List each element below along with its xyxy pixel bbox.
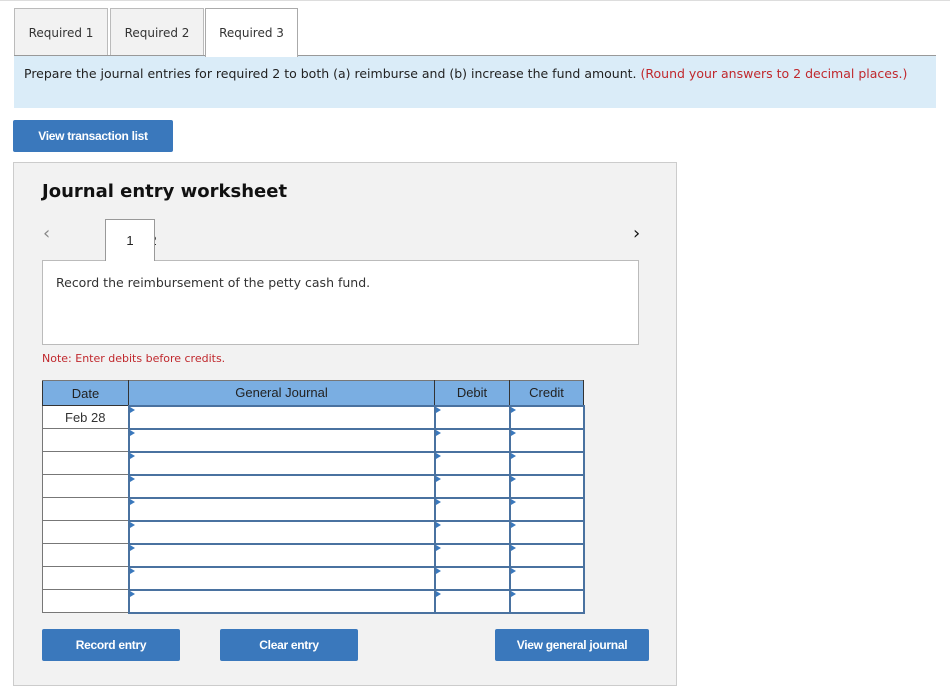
page-tab-1[interactable]: 1 bbox=[105, 219, 155, 261]
debit-input[interactable] bbox=[433, 404, 511, 430]
date-cell: Feb 28 bbox=[42, 405, 129, 429]
table-row bbox=[42, 427, 585, 453]
record-entry-button[interactable]: Record entry bbox=[42, 629, 180, 661]
account-input[interactable] bbox=[127, 427, 436, 453]
credit-input[interactable] bbox=[508, 450, 585, 476]
account-input[interactable] bbox=[127, 519, 436, 545]
view-transaction-list-button[interactable]: View transaction list bbox=[13, 120, 173, 152]
debit-input[interactable] bbox=[433, 588, 511, 614]
date-cell bbox=[42, 566, 129, 590]
date-cell bbox=[42, 497, 129, 521]
account-input[interactable] bbox=[127, 404, 436, 430]
debit-input[interactable] bbox=[433, 496, 511, 522]
table-row bbox=[42, 588, 585, 614]
view-general-journal-button[interactable]: View general journal bbox=[495, 629, 649, 661]
journal-entry-worksheet: Journal entry worksheet ‹ 1 2 › Record t… bbox=[13, 162, 677, 686]
table-row bbox=[42, 542, 585, 568]
clear-entry-button[interactable]: Clear entry bbox=[220, 629, 358, 661]
journal-table: Date General Journal Debit Credit Feb 28 bbox=[42, 380, 585, 614]
debit-input[interactable] bbox=[433, 473, 511, 499]
table-header-row: Date General Journal Debit Credit bbox=[42, 380, 584, 406]
table-row bbox=[42, 519, 585, 545]
worksheet-title: Journal entry worksheet bbox=[42, 181, 288, 202]
credit-input[interactable] bbox=[508, 404, 585, 430]
entry-description: Record the reimbursement of the petty ca… bbox=[42, 260, 639, 345]
account-input[interactable] bbox=[127, 565, 436, 591]
date-cell bbox=[42, 474, 129, 498]
account-input[interactable] bbox=[127, 588, 436, 614]
header-date: Date bbox=[42, 380, 129, 406]
entry-description-text: Record the reimbursement of the petty ca… bbox=[56, 275, 371, 290]
table-row bbox=[42, 473, 585, 499]
chevron-left-icon[interactable]: ‹ bbox=[43, 223, 50, 244]
credit-input[interactable] bbox=[508, 588, 585, 614]
date-cell bbox=[42, 520, 129, 544]
debit-input[interactable] bbox=[433, 450, 511, 476]
credit-input[interactable] bbox=[508, 427, 585, 453]
header-credit: Credit bbox=[509, 380, 584, 406]
credit-input[interactable] bbox=[508, 542, 585, 568]
account-input[interactable] bbox=[127, 542, 436, 568]
debit-input[interactable] bbox=[433, 565, 511, 591]
account-input[interactable] bbox=[127, 450, 436, 476]
table-row bbox=[42, 450, 585, 476]
debit-input[interactable] bbox=[433, 519, 511, 545]
debits-note: Note: Enter debits before credits. bbox=[42, 352, 226, 365]
instructions-banner: Prepare the journal entries for required… bbox=[14, 56, 936, 108]
rounding-note: (Round your answers to 2 decimal places.… bbox=[640, 66, 908, 81]
table-row bbox=[42, 565, 585, 591]
date-cell bbox=[42, 543, 129, 567]
instructions-text: Prepare the journal entries for required… bbox=[24, 66, 637, 81]
header-debit: Debit bbox=[434, 380, 510, 406]
tab-required-2[interactable]: Required 2 bbox=[110, 8, 204, 56]
debit-input[interactable] bbox=[433, 542, 511, 568]
credit-input[interactable] bbox=[508, 473, 585, 499]
account-input[interactable] bbox=[127, 496, 436, 522]
top-divider bbox=[0, 0, 950, 1]
table-row bbox=[42, 496, 585, 522]
header-general-journal: General Journal bbox=[128, 380, 435, 406]
tab-required-3[interactable]: Required 3 bbox=[205, 8, 298, 57]
date-cell bbox=[42, 451, 129, 475]
date-cell bbox=[42, 428, 129, 452]
credit-input[interactable] bbox=[508, 519, 585, 545]
table-row: Feb 28 bbox=[42, 404, 585, 430]
credit-input[interactable] bbox=[508, 565, 585, 591]
credit-input[interactable] bbox=[508, 496, 585, 522]
tab-required-1[interactable]: Required 1 bbox=[14, 8, 108, 56]
account-input[interactable] bbox=[127, 473, 436, 499]
date-cell bbox=[42, 589, 129, 613]
debit-input[interactable] bbox=[433, 427, 511, 453]
chevron-right-icon[interactable]: › bbox=[633, 223, 640, 244]
